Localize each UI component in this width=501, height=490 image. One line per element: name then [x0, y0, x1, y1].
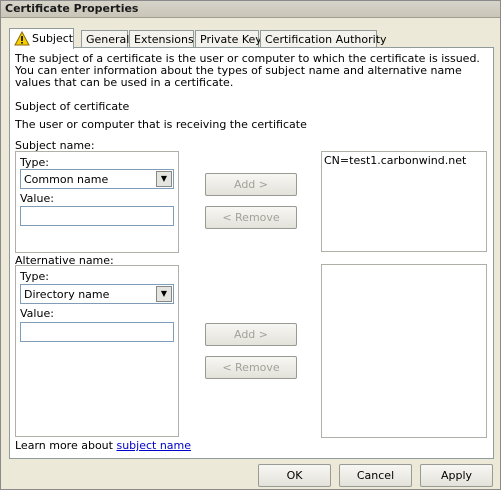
- alternative-name-group: Type: Directory name ▼ Value:: [15, 265, 179, 437]
- ok-button[interactable]: OK: [258, 464, 331, 487]
- tab-subject[interactable]: Subject: [9, 28, 74, 49]
- alternative-remove-button[interactable]: < Remove: [205, 356, 297, 379]
- subject-name-group: Type: Common name ▼ Value:: [15, 151, 179, 253]
- tab-subject-label: Subject: [32, 32, 74, 45]
- subject-type-label: Type:: [20, 156, 49, 169]
- alternative-type-value: Directory name: [24, 288, 110, 301]
- alternative-value-input[interactable]: [20, 322, 174, 342]
- tab-private-key[interactable]: Private Key: [195, 30, 262, 47]
- learn-more-text: Learn more about subject name: [15, 439, 191, 452]
- tab-extensions[interactable]: Extensions: [129, 30, 194, 47]
- alternative-value-label: Value:: [20, 307, 54, 320]
- subject-tab-panel: The subject of a certificate is the user…: [9, 47, 494, 459]
- subject-name-list[interactable]: CN=test1.carbonwind.net: [321, 151, 487, 252]
- alternative-add-button[interactable]: Add >: [205, 323, 297, 346]
- subject-type-dropdown[interactable]: Common name ▼: [20, 169, 174, 189]
- apply-button[interactable]: Apply: [420, 464, 493, 487]
- subject-type-value: Common name: [24, 173, 109, 186]
- learn-more-prefix: Learn more about: [15, 439, 113, 452]
- list-item[interactable]: CN=test1.carbonwind.net: [324, 154, 466, 167]
- alternative-type-label: Type:: [20, 270, 49, 283]
- intro-text: The subject of a certificate is the user…: [15, 52, 480, 89]
- chevron-down-icon[interactable]: ▼: [156, 171, 172, 187]
- tab-general[interactable]: General: [81, 30, 129, 47]
- certificate-properties-dialog: Certificate Properties Subject General E…: [0, 0, 501, 490]
- subject-add-button[interactable]: Add >: [205, 173, 297, 196]
- subject-remove-button[interactable]: < Remove: [205, 206, 297, 229]
- cancel-button[interactable]: Cancel: [339, 464, 412, 487]
- alternative-name-list[interactable]: [321, 264, 487, 438]
- subject-name-link[interactable]: subject name: [116, 439, 191, 452]
- subject-description: The user or computer that is receiving t…: [15, 118, 307, 131]
- subject-value-input[interactable]: [20, 206, 174, 226]
- window-title: Certificate Properties: [5, 2, 139, 15]
- alternative-type-dropdown[interactable]: Directory name ▼: [20, 284, 174, 304]
- subject-value-label: Value:: [20, 192, 54, 205]
- subject-heading: Subject of certificate: [15, 100, 130, 113]
- tab-certification-authority[interactable]: Certification Authority: [260, 30, 387, 47]
- title-bar: Certificate Properties: [1, 1, 500, 18]
- warning-icon: [14, 31, 30, 46]
- chevron-down-icon[interactable]: ▼: [156, 286, 172, 302]
